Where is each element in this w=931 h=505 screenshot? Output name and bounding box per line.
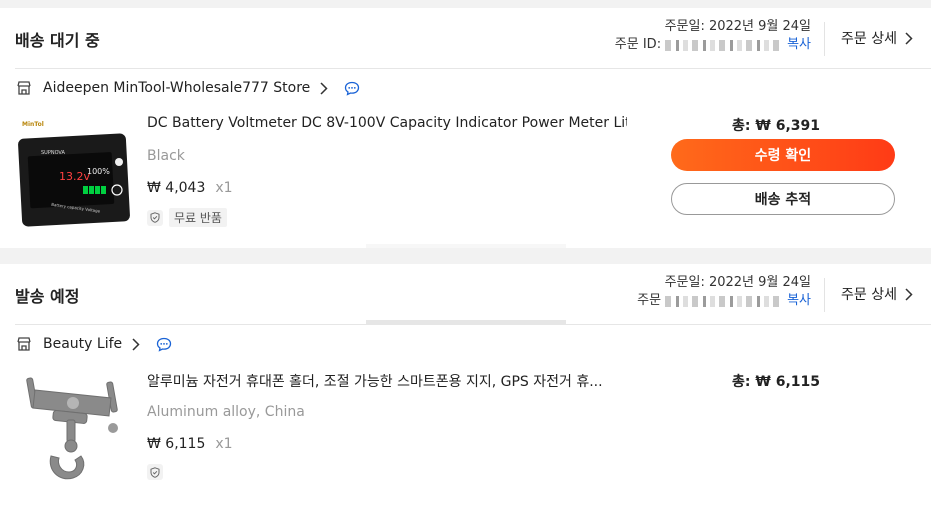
- divider: [366, 244, 566, 248]
- store-icon: [17, 81, 31, 95]
- store-row[interactable]: Beauty Life: [16, 336, 172, 352]
- store-row[interactable]: Aideepen MinTool-Wholesale777 Store: [16, 80, 360, 96]
- divider: [366, 320, 566, 324]
- order-detail-link[interactable]: 주문 상세: [841, 284, 913, 304]
- badge-row: [147, 464, 163, 480]
- product-price-row: ₩ 6,115 x1: [147, 436, 233, 452]
- product-title[interactable]: 알루미늄 자전거 휴대폰 홀더, 조절 가능한 스마트폰용 지지, GPS 자전…: [147, 371, 627, 391]
- chevron-right-icon: [905, 31, 913, 45]
- product-image[interactable]: MinTol SUPNOVA 13.2v 100% Battery capaci…: [17, 116, 135, 234]
- shield-icon: [147, 209, 163, 226]
- order-detail-label: 주문 상세: [841, 287, 897, 303]
- brand-logo-text: MinTol: [22, 121, 44, 128]
- divider: [824, 22, 825, 56]
- divider: [15, 68, 931, 69]
- store-name[interactable]: Aideepen MinTool-Wholesale777 Store: [43, 80, 310, 96]
- product-price-row: ₩ 4,043 x1: [147, 180, 233, 196]
- order-card: 배송 대기 중 주문일: 2022년 9월 24일 주문 ID: 복사 주문 상…: [0, 8, 931, 248]
- confirm-receipt-button[interactable]: 수령 확인: [671, 139, 895, 171]
- product-variant: Black: [147, 148, 185, 164]
- order-id-label: 주문 ID:: [614, 37, 662, 52]
- product-qty: x1: [215, 180, 233, 196]
- track-shipment-button[interactable]: 배송 추적: [671, 183, 895, 215]
- order-status: 발송 예정: [15, 287, 80, 306]
- order-total: 총: ₩ 6,115: [732, 374, 820, 390]
- order-status: 배송 대기 중: [15, 31, 100, 50]
- free-return-badge: 무료 반품: [169, 208, 227, 227]
- store-name[interactable]: Beauty Life: [43, 336, 122, 352]
- product-image[interactable]: [17, 372, 135, 490]
- shield-icon: [147, 464, 163, 480]
- chevron-right-icon[interactable]: [320, 81, 328, 95]
- chevron-right-icon[interactable]: [132, 337, 140, 351]
- order-id-label: 주문: [637, 293, 662, 308]
- order-total: 총: ₩ 6,391: [732, 118, 820, 134]
- store-icon: [17, 337, 31, 351]
- order-meta: 주문일: 2022년 9월 24일 주문 복사: [637, 274, 811, 310]
- voltage-reading: 13.2v: [59, 170, 90, 183]
- chat-icon[interactable]: [344, 81, 360, 96]
- copy-id-link[interactable]: 복사: [787, 36, 811, 54]
- divider: [824, 278, 825, 312]
- chevron-right-icon: [905, 287, 913, 301]
- product-brand-text: SUPNOVA: [41, 150, 66, 156]
- product-price: ₩ 4,043: [147, 180, 206, 196]
- order-date: 주문일: 2022년 9월 24일: [664, 275, 811, 290]
- order-id-masked: [665, 295, 784, 307]
- product-variant: Aluminum alloy, China: [147, 404, 305, 420]
- copy-id-link[interactable]: 복사: [787, 292, 811, 310]
- order-card: 발송 예정 주문일: 2022년 9월 24일 주문 복사 주문 상세 Beau…: [0, 264, 931, 505]
- divider: [15, 324, 931, 325]
- order-date: 주문일: 2022년 9월 24일: [664, 19, 811, 34]
- order-detail-link[interactable]: 주문 상세: [841, 28, 913, 48]
- product-qty: x1: [215, 436, 233, 452]
- order-detail-label: 주문 상세: [841, 31, 897, 47]
- order-id-masked: [665, 39, 784, 51]
- percent-reading: 100%: [87, 167, 110, 176]
- product-title[interactable]: DC Battery Voltmeter DC 8V-100V Capacity…: [147, 115, 627, 131]
- product-price: ₩ 6,115: [147, 436, 206, 452]
- badge-row: 무료 반품: [147, 208, 227, 227]
- chat-icon[interactable]: [156, 337, 172, 352]
- order-meta: 주문일: 2022년 9월 24일 주문 ID: 복사: [615, 18, 811, 54]
